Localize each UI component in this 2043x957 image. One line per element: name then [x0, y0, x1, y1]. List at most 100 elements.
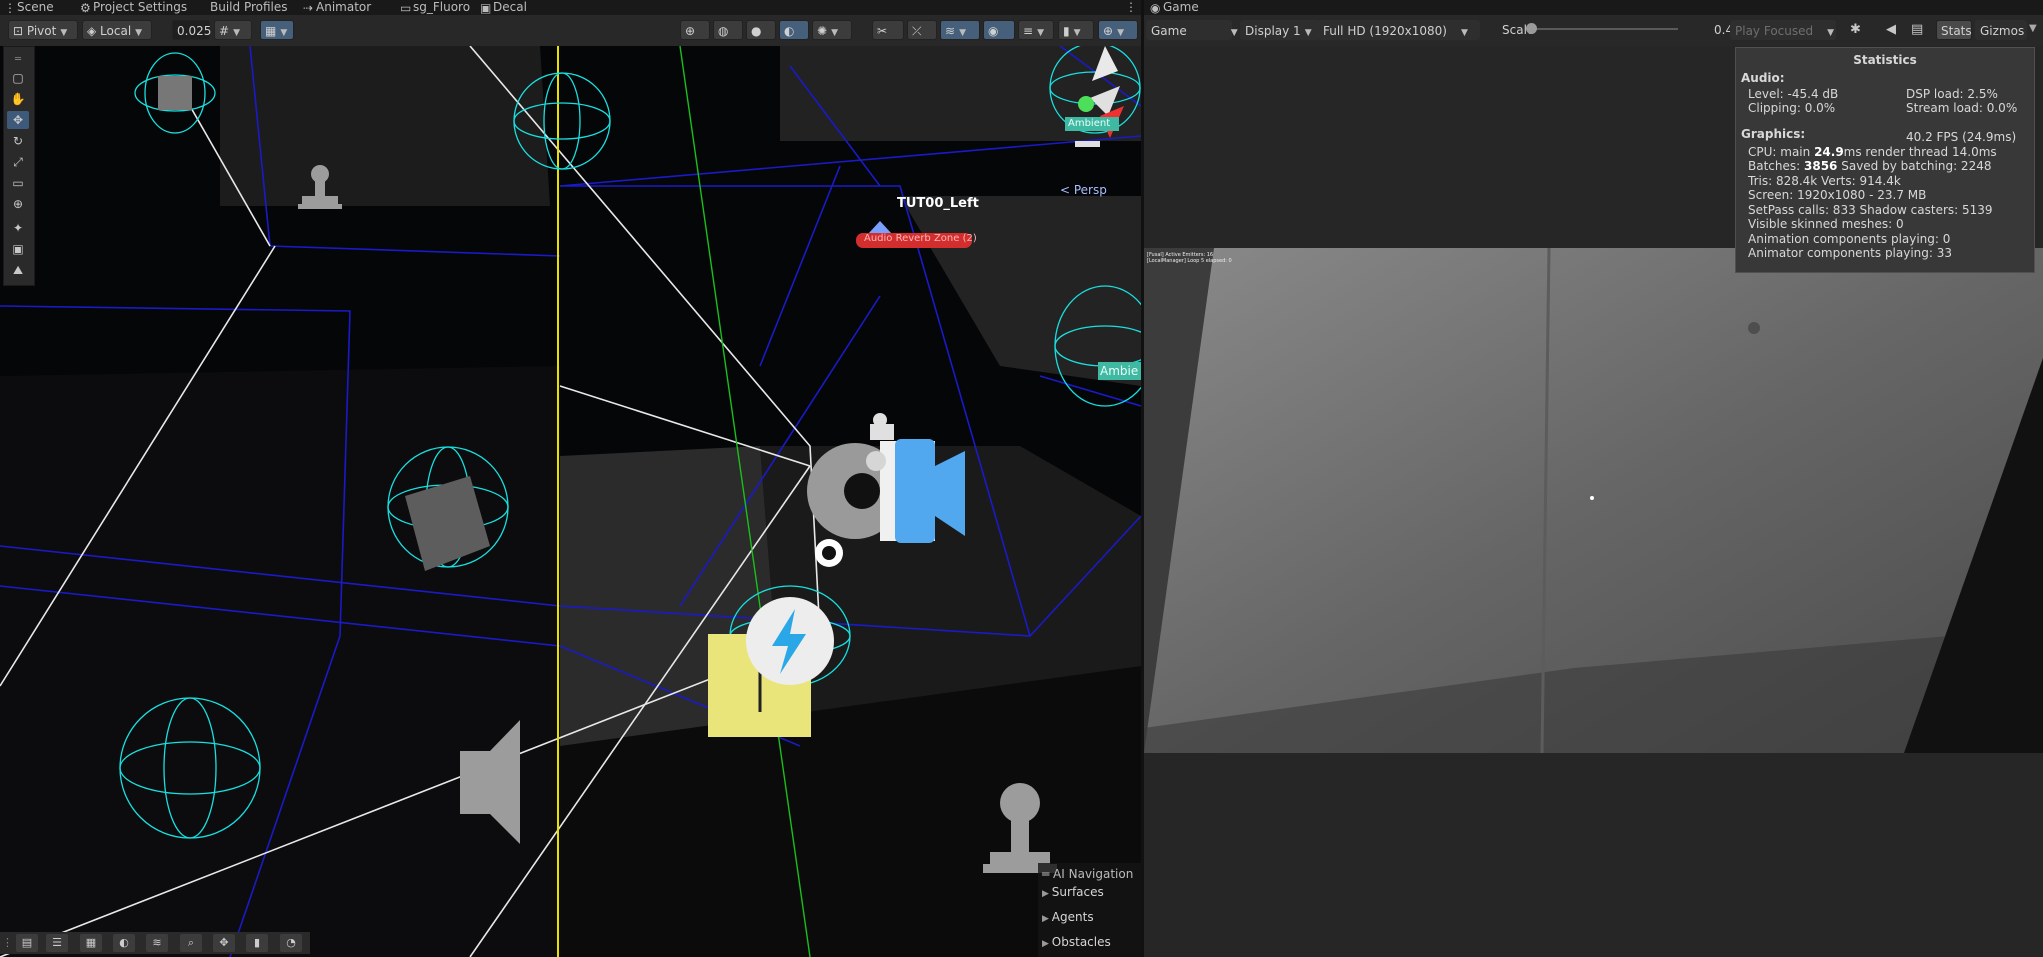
overlay-2-icon[interactable]: ☰ [46, 934, 68, 952]
audio-header: Audio: [1741, 71, 1785, 85]
stream-load: Stream load: 0.0% [1906, 101, 2018, 115]
grid-snap-dropdown[interactable]: # ▼ [214, 20, 252, 40]
audio-mute-icon: ✂ [877, 24, 888, 38]
audio-icon[interactable]: ◀ [1886, 22, 1896, 37]
chevron-right-icon: ▶ [1042, 889, 1052, 899]
ai-navigation-title[interactable]: ═ AI Navigation [1042, 867, 1133, 881]
tab-animator[interactable]: ⇢ Animator [303, 0, 371, 15]
ai-navigation-item-obstacles[interactable]: ▶ Obstacles [1042, 935, 1111, 949]
stats-toggle[interactable]: Stats [1936, 20, 1972, 40]
overlay-moon-icon[interactable]: ◐ [113, 934, 135, 952]
scale-tool-icon[interactable]: ⤢ [7, 153, 29, 171]
camera-settings-dropdown[interactable]: ▮ ▼ [1058, 20, 1094, 40]
overlay-compass-icon[interactable]: ◔ [280, 934, 302, 952]
move-tool-icon[interactable]: ✥ [7, 111, 29, 129]
overlay-layers-icon[interactable]: ≋ [146, 934, 168, 952]
2d-toggle[interactable]: ✂ [872, 20, 904, 40]
camera-icon: ▮ [1063, 24, 1070, 38]
audio-reverb-zone-label: Audio Reverb Zone (2) [864, 233, 977, 244]
grid-toggle[interactable]: ▦ ▼ [260, 20, 294, 40]
pivot-dropdown[interactable]: ⊡ Pivot ▼ [8, 20, 78, 40]
grid-icon: ▦ [265, 24, 277, 38]
rotate-tool-icon[interactable]: ↻ [7, 132, 29, 150]
scene-overlay-toolbar: ⋮ ▤ ☰ ▦ ◐ ≋ ⌕ ✥ ▮ ◔ [0, 932, 310, 954]
drag-handle-icon[interactable]: ═ [7, 51, 29, 69]
custom-tool-icon[interactable]: ✦ [7, 219, 29, 237]
eye-icon: ◉ [988, 24, 999, 38]
overlay-camera-icon[interactable]: ▮ [246, 934, 268, 952]
tab-game[interactable]: ◉ Game [1150, 0, 1199, 15]
cpu-stats: CPU: main 24.9ms render thread 14.0ms [1748, 145, 1997, 159]
keyboard-icon[interactable]: ▤ [1911, 22, 1923, 37]
object-name-label: TUT00_Left [897, 196, 979, 211]
scene-more-menu-icon[interactable]: ⋮ [1125, 0, 1137, 15]
shaded-wire-sphere-icon: ◍ [718, 24, 729, 38]
dsp-load: DSP load: 2.5% [1906, 87, 1998, 101]
gizmos-dropdown[interactable]: ⊕ ▼ [1098, 20, 1138, 40]
scene-viewport[interactable]: TUT00_Left Audio Reverb Zone (2) < Persp… [0, 46, 1141, 957]
chevron-down-icon: ▼ [1304, 28, 1312, 38]
gizmos-toggle[interactable]: Gizmos [1975, 20, 2027, 40]
tab-strip: ⋮Scene ⚙ Project Settings Build Profiles … [0, 0, 2043, 15]
animator-components: Animator components playing: 33 [1748, 246, 1953, 260]
scene-visibility-toggle[interactable]: ◉ [983, 20, 1015, 40]
draw-mode-shaded[interactable]: ● [746, 20, 776, 40]
game-toolbar: Game ▼ Display 1 ▼ Full HD (1920x1080) ▼ Sc… [1144, 15, 2043, 47]
light-bulb-icon: ✺ [817, 24, 828, 38]
overlay-1-icon[interactable]: ▤ [16, 934, 38, 952]
terrain-tool-icon[interactable]: ⛰ [7, 261, 29, 279]
draw-mode-shaded-wire[interactable]: ◍ [713, 20, 743, 40]
scene-fx-dropdown[interactable]: ≋ ▼ [940, 20, 980, 40]
scale-slider-thumb[interactable] [1526, 23, 1537, 34]
layers-dropdown[interactable]: ≡ ▼ [1018, 20, 1054, 40]
hand-tool-icon[interactable]: ✋ [7, 90, 29, 108]
overlay-search-icon[interactable]: ⌕ [180, 934, 202, 952]
draw-mode-wireframe[interactable]: ⊕ [680, 20, 710, 40]
game-view-dropdown[interactable]: Game ▼ [1146, 20, 1238, 40]
overlay-grid-icon[interactable]: ▦ [80, 934, 102, 952]
snap-value-field[interactable]: 0.025 [172, 20, 211, 40]
overlay-move-icon[interactable]: ✥ [213, 934, 235, 952]
ambient-label-2: Ambie [1100, 364, 1139, 378]
lighting-dropdown[interactable]: ✺ ▼ [812, 20, 852, 40]
play-focused-dropdown[interactable]: Play Focused ▼ [1730, 20, 1836, 40]
chevron-down-icon: ▼ [280, 28, 288, 38]
scale-slider[interactable] [1526, 23, 1678, 34]
tab-decal[interactable]: ▣ Decal [480, 0, 527, 15]
scene-tools-panel: ═ ▢ ✋ ✥ ↻ ⤢ ▭ ⊕ ✦ ▣ ⛰ [3, 46, 35, 286]
fx-toggle[interactable]: ⤫ [907, 20, 937, 40]
tab-sg-fluoro[interactable]: ▭ sg_Fluoro [400, 0, 470, 15]
resolution-dropdown[interactable]: Full HD (1920x1080) ▼ [1318, 20, 1480, 40]
view-tool-cube-icon[interactable]: ▢ [7, 69, 29, 87]
bug-icon[interactable]: ✱ [1850, 22, 1861, 37]
statistics-panel: Statistics Audio: Level: -45.4 dB Clippi… [1735, 47, 2035, 273]
local-icon: ◈ [87, 24, 101, 38]
layers-icon: ≋ [945, 24, 956, 38]
chevron-down-icon: ▼ [1073, 28, 1081, 38]
tab-project-settings[interactable]: ⚙ Project Settings [80, 0, 187, 15]
ai-navigation-item-agents[interactable]: ▶ Agents [1042, 910, 1094, 924]
local-dropdown[interactable]: ◈ Local ▼ [82, 20, 152, 40]
tab-scene[interactable]: ⋮Scene [4, 0, 54, 15]
gear-icon: ⚙ [80, 1, 91, 15]
component-tool-icon[interactable]: ▣ [7, 240, 29, 258]
drag-handle-icon[interactable]: ⋮ [2, 934, 13, 952]
game-render [1144, 248, 2043, 753]
scene-toolbar: ⊡ Pivot ▼ ◈ Local ▼ 0.025 # ▼ ▦ ▼ ⊕ ◍ ● ◐ ✺ ▼… [0, 15, 1141, 47]
ai-navigation-item-surfaces[interactable]: ▶ Surfaces [1042, 885, 1104, 899]
scene-geometry [0, 46, 1141, 957]
tab-build-profiles[interactable]: Build Profiles [210, 0, 288, 15]
globe-icon: ⊕ [1103, 24, 1114, 38]
grid-snap-icon: # [219, 24, 230, 38]
gamepad-icon: ◉ [1150, 1, 1161, 15]
chevron-down-icon: ▼ [1117, 28, 1124, 38]
stack-icon: ≡ [1023, 24, 1034, 38]
chevron-down-icon: ▼ [959, 28, 966, 38]
rect-tool-icon[interactable]: ▭ [7, 174, 29, 192]
chevron-down-icon[interactable]: ▼ [2029, 23, 2037, 34]
persp-label[interactable]: < Persp [1060, 183, 1107, 197]
transform-tool-icon[interactable]: ⊕ [7, 195, 29, 213]
display-dropdown[interactable]: Display 1 ▼ [1240, 20, 1320, 40]
animator-icon: ⇢ [303, 1, 314, 15]
draw-mode-unlit[interactable]: ◐ [779, 20, 809, 40]
